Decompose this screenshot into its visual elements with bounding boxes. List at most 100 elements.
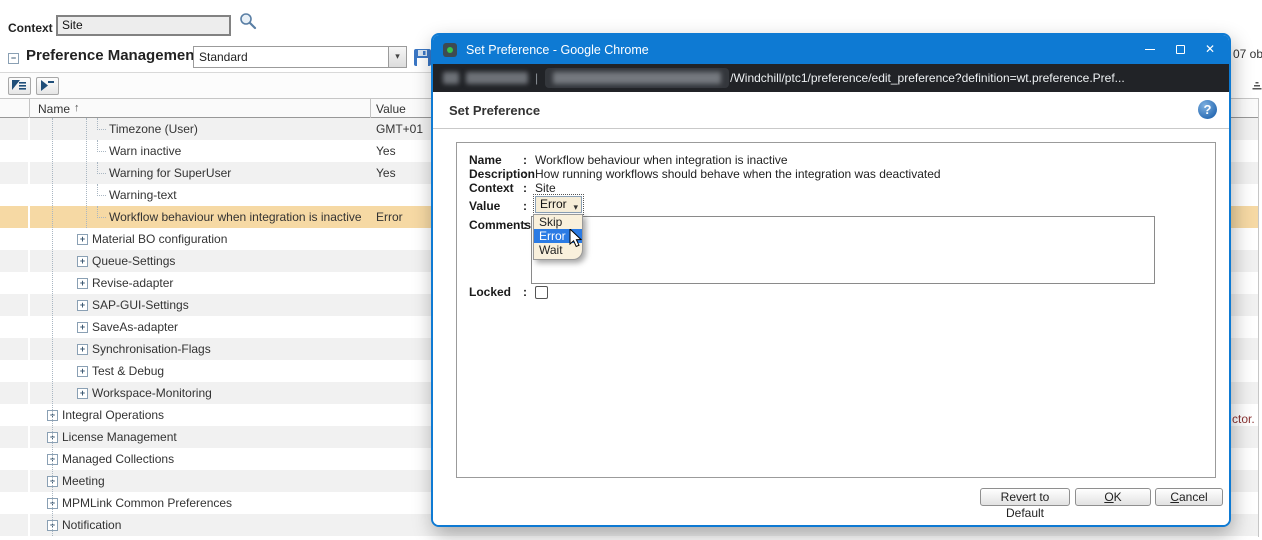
cancel-button[interactable]: Cancel bbox=[1155, 488, 1223, 506]
row-label: Workspace-Monitoring bbox=[92, 386, 212, 400]
row-label: Workflow behaviour when integration is i… bbox=[109, 210, 362, 224]
row-label: SaveAs-adapter bbox=[92, 320, 178, 334]
colon: : bbox=[523, 181, 527, 195]
row-label: License Management bbox=[62, 430, 177, 444]
description-value: How running workflows should behave when… bbox=[535, 167, 941, 181]
address-bar[interactable]: | /Windchill/ptc1/preference/edit_prefer… bbox=[433, 64, 1229, 92]
row-label: Test & Debug bbox=[92, 364, 164, 378]
row-label: Timezone (User) bbox=[109, 122, 198, 136]
locked-checkbox[interactable] bbox=[535, 286, 548, 299]
tree-connector-icon bbox=[97, 140, 106, 152]
view-dropdown[interactable]: Standard ▾ bbox=[193, 46, 407, 68]
row-name-cell: +Synchronisation-Flags bbox=[0, 338, 211, 360]
row-name-cell: Workflow behaviour when integration is i… bbox=[0, 206, 362, 228]
column-header-name[interactable]: Name bbox=[38, 102, 70, 116]
table-right-border bbox=[1258, 98, 1259, 537]
row-name-cell: + SaveAs-adapter bbox=[0, 316, 178, 338]
view-dropdown-value: Standard bbox=[199, 50, 248, 64]
row-label: Meeting bbox=[62, 474, 105, 488]
column-header-value[interactable]: Value bbox=[376, 102, 406, 116]
colon: : bbox=[523, 167, 527, 181]
row-name-cell: +Managed Collections bbox=[0, 448, 174, 470]
filter-triangle-icon bbox=[11, 79, 27, 92]
colon: : bbox=[523, 285, 527, 299]
colon: : bbox=[523, 153, 527, 167]
dialog-title: Set Preference bbox=[449, 103, 540, 118]
locked-label: Locked bbox=[469, 285, 511, 299]
row-label: Warning-text bbox=[109, 188, 177, 202]
comments-label: Comments bbox=[469, 218, 531, 232]
context-input[interactable]: Site bbox=[56, 15, 231, 36]
context-field-value: Site bbox=[535, 181, 556, 195]
table-toolbar bbox=[0, 72, 432, 98]
row-name-cell: + Material BO configuration bbox=[0, 228, 227, 250]
close-button[interactable]: ✕ bbox=[1195, 35, 1225, 64]
search-icon[interactable] bbox=[238, 11, 258, 31]
tree-expand-icon[interactable]: + bbox=[77, 300, 88, 311]
row-name-cell: +Notification bbox=[0, 514, 121, 536]
colon: : bbox=[523, 218, 527, 232]
redacted-host-box bbox=[545, 68, 729, 88]
select-arrow-icon: ▾ bbox=[573, 200, 578, 215]
tree-collapse-all-button[interactable] bbox=[36, 77, 59, 95]
tree-expand-icon[interactable]: + bbox=[77, 322, 88, 333]
row-label: Warning for SuperUser bbox=[109, 166, 231, 180]
chevron-down-icon[interactable]: ▾ bbox=[388, 47, 406, 67]
sort-asc-icon[interactable]: ↑ bbox=[74, 102, 80, 114]
tree-connector-icon bbox=[97, 184, 106, 196]
row-label: Material BO configuration bbox=[92, 232, 227, 246]
row-label: Warn inactive bbox=[109, 144, 181, 158]
redacted-text bbox=[466, 72, 528, 84]
mouse-cursor-icon bbox=[569, 229, 584, 252]
window-title: Set Preference - Google Chrome bbox=[466, 43, 1135, 57]
row-name-cell: +License Management bbox=[0, 426, 177, 448]
table-view-filter-button[interactable] bbox=[8, 77, 31, 95]
row-value: GMT+01 bbox=[376, 118, 423, 140]
value-option[interactable]: Skip bbox=[534, 215, 582, 229]
row-name-cell: +MPMLink Common Preferences bbox=[0, 492, 232, 514]
name-value: Workflow behaviour when integration is i… bbox=[535, 153, 788, 167]
maximize-button[interactable] bbox=[1165, 35, 1195, 64]
collapse-tree-icon bbox=[39, 79, 55, 92]
tree-expand-icon[interactable]: + bbox=[77, 366, 88, 377]
set-preference-window: Set Preference - Google Chrome ✕ | /Wind… bbox=[431, 33, 1231, 527]
ok-button[interactable]: OK bbox=[1075, 488, 1151, 506]
dialog-header: Set Preference ? bbox=[433, 92, 1229, 129]
tree-guide-line bbox=[86, 118, 87, 228]
tree-guide-line bbox=[52, 118, 53, 536]
tree-expand-icon[interactable]: + bbox=[77, 388, 88, 399]
row-label: Managed Collections bbox=[62, 452, 174, 466]
redacted-favicon bbox=[443, 72, 459, 84]
minimize-button[interactable] bbox=[1135, 35, 1165, 64]
context-field-label: Context bbox=[469, 181, 514, 195]
preference-form: Name : Workflow behaviour when integrati… bbox=[456, 142, 1216, 478]
row-value: Error bbox=[376, 206, 403, 228]
page-title: Preference Management bbox=[26, 47, 199, 64]
tree-expand-icon[interactable]: + bbox=[77, 278, 88, 289]
minimize-icon bbox=[1145, 49, 1155, 50]
row-label: Queue-Settings bbox=[92, 254, 175, 268]
window-titlebar[interactable]: Set Preference - Google Chrome ✕ bbox=[433, 35, 1229, 64]
tree-expand-icon[interactable]: + bbox=[77, 256, 88, 267]
comments-textarea[interactable] bbox=[531, 216, 1155, 284]
value-label: Value bbox=[469, 199, 500, 213]
redacted-text bbox=[553, 72, 721, 84]
window-favicon-icon bbox=[443, 43, 457, 57]
dialog-page: Set Preference ? Name : Workflow behavio… bbox=[433, 92, 1229, 525]
save-view-button[interactable] bbox=[413, 48, 432, 67]
object-count-fragment: 07 ob bbox=[1233, 47, 1262, 61]
sort-options-icon[interactable] bbox=[1252, 80, 1262, 94]
help-icon[interactable]: ? bbox=[1198, 100, 1217, 119]
row-name-cell: Warning-text bbox=[0, 184, 177, 206]
tree-expand-icon[interactable]: + bbox=[77, 234, 88, 245]
tree-expand-icon[interactable]: + bbox=[77, 344, 88, 355]
row-label: SAP-GUI-Settings bbox=[92, 298, 189, 312]
collapse-section-icon[interactable]: − bbox=[8, 53, 19, 64]
value-select[interactable]: Error ▾ bbox=[535, 196, 582, 213]
column-divider bbox=[29, 99, 30, 118]
row-label: Revise-adapter bbox=[92, 276, 173, 290]
row-value: Yes bbox=[376, 162, 396, 184]
revert-to-default-button[interactable]: Revert to Default bbox=[980, 488, 1070, 506]
row-name-cell: + Queue-Settings bbox=[0, 250, 175, 272]
row-label: Integral Operations bbox=[62, 408, 164, 422]
